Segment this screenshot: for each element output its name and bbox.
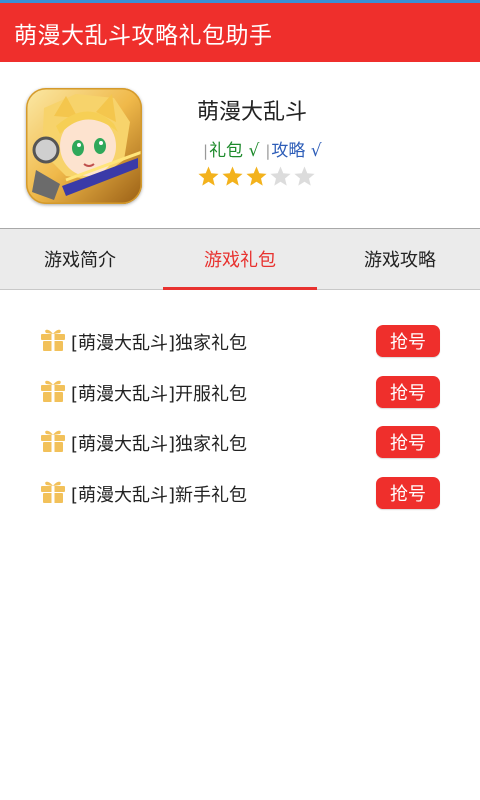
- tab-gifts[interactable]: 游戏礼包: [160, 229, 320, 290]
- gift-row[interactable]: [萌漫大乱斗]独家礼包 抢号: [0, 416, 480, 467]
- gift-box-icon: [40, 326, 66, 352]
- gift-name: [萌漫大乱斗]独家礼包: [71, 333, 248, 354]
- app-bar: 萌漫大乱斗攻略礼包助手: [0, 0, 480, 62]
- game-name: 萌漫大乱斗: [197, 100, 308, 125]
- gift-name: [萌漫大乱斗]开服礼包: [71, 383, 248, 405]
- star-filled-icon: [246, 166, 267, 186]
- tag-guide: |攻略 √: [265, 141, 322, 161]
- gift-row[interactable]: [萌漫大乱斗]独家礼包 抢号: [0, 315, 480, 366]
- anime-character-icon: [26, 88, 142, 204]
- gift-name: [萌漫大乱斗]新手礼包: [71, 484, 248, 506]
- game-info-panel: 萌漫大乱斗 |礼包 √ |攻略 √: [0, 62, 480, 228]
- rating-stars: [197, 165, 316, 188]
- tab-guide[interactable]: 游戏攻略: [320, 229, 480, 289]
- gift-list: [萌漫大乱斗]独家礼包 抢号 [萌漫大乱斗]开服礼包 抢号 [萌漫大乱斗]独家礼…: [0, 315, 480, 517]
- feature-tags: |礼包 √ |攻略 √: [203, 136, 322, 161]
- gift-row[interactable]: [萌漫大乱斗]开服礼包 抢号: [0, 366, 480, 417]
- star-empty-icon: [294, 166, 315, 186]
- grab-code-button[interactable]: 抢号: [376, 325, 440, 357]
- gift-row[interactable]: [萌漫大乱斗]新手礼包 抢号: [0, 467, 480, 518]
- tab-intro[interactable]: 游戏简介: [0, 229, 160, 289]
- star-filled-icon: [198, 166, 219, 186]
- grab-code-button[interactable]: 抢号: [376, 375, 440, 408]
- gift-name: [萌漫大乱斗]独家礼包: [71, 434, 248, 455]
- grab-code-button[interactable]: 抢号: [376, 476, 440, 509]
- gift-box-icon: [40, 427, 66, 453]
- gift-box-icon: [40, 377, 66, 403]
- star-empty-icon: [270, 166, 291, 186]
- gift-box-icon: [40, 478, 66, 504]
- grab-code-button[interactable]: 抢号: [376, 426, 440, 458]
- tag-gift: |礼包 √: [203, 141, 260, 161]
- app-title: 萌漫大乱斗攻略礼包助手: [14, 22, 273, 49]
- tab-bar: 游戏简介 游戏礼包 游戏攻略: [0, 228, 480, 290]
- star-filled-icon: [222, 166, 243, 186]
